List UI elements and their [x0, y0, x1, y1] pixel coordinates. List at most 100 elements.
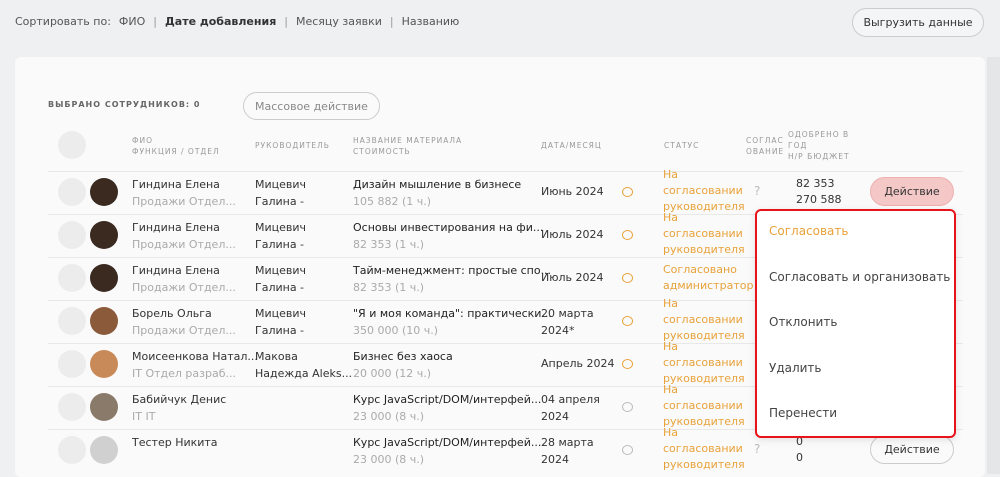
date-line1: 28 марта [541, 436, 594, 449]
sort-by-month[interactable]: Месяцу заявки [296, 15, 382, 28]
date-line1: 04 апреля [541, 393, 600, 406]
status-text: На согласовании руководителя [663, 340, 745, 385]
comment-icon[interactable] [622, 445, 633, 455]
status-text: Согласовано администратор [663, 263, 754, 292]
comment-icon[interactable] [622, 187, 633, 197]
export-button[interactable]: Выгрузить данные [852, 8, 984, 37]
employee-name[interactable]: Моисеенкова Натал... [132, 348, 258, 365]
sort-by-name[interactable]: ФИО [119, 15, 145, 28]
material-title[interactable]: Курс JavaScript/DOM/интерфей... [353, 434, 541, 451]
comment-icon[interactable] [622, 273, 633, 283]
approval-unknown-icon: ? [754, 184, 761, 198]
header-date: ДАТА/МЕСЯЦ [541, 141, 602, 150]
comment-icon[interactable] [622, 402, 633, 412]
employee-dept: IT Отдел разраб... [132, 367, 236, 380]
status-text: На согласовании руководителя [663, 297, 745, 342]
row-checkbox[interactable] [58, 393, 86, 421]
row-checkbox[interactable] [58, 350, 86, 378]
budget: 0 [796, 451, 803, 464]
status-text: На согласовании руководителя [663, 211, 745, 256]
material-title[interactable]: Бизнес без хаоса [353, 348, 453, 365]
scrollbar[interactable] [987, 57, 1000, 474]
sort-label: Сортировать по: [15, 15, 111, 28]
manager-name: Мицевич [255, 307, 307, 320]
material-cost: 350 000 (10 ч.) [353, 324, 439, 337]
date-line2: 2024 [541, 410, 569, 423]
material-cost: 23 000 (8 ч.) [353, 410, 425, 423]
employee-name[interactable]: Борель Ольга [132, 305, 212, 322]
row-action-button[interactable]: Действие [870, 435, 954, 464]
date-line1: Апрель 2024 [541, 357, 615, 370]
employee-name[interactable]: Гиндина Елена [132, 176, 220, 193]
sort-by-date-added[interactable]: Дате добавления [165, 15, 276, 28]
employee-name[interactable]: Гиндина Елена [132, 262, 220, 279]
material-title[interactable]: Дизайн мышление в бизнесе [353, 176, 521, 193]
date-line1: Июль 2024 [541, 228, 604, 241]
avatar [90, 264, 118, 292]
comment-icon[interactable] [622, 316, 633, 326]
comment-icon[interactable] [622, 359, 633, 369]
manager-surname: Галина - [255, 238, 305, 251]
mass-action-button[interactable]: Массовое действие [243, 92, 380, 120]
menu-item-reject[interactable]: Отклонить [769, 315, 837, 329]
manager-name: Макова [255, 350, 298, 363]
material-cost: 82 353 (1 ч.) [353, 238, 425, 251]
row-checkbox[interactable] [58, 264, 86, 292]
manager-surname: Галина - [255, 281, 305, 294]
select-all-checkbox[interactable] [58, 131, 86, 159]
row-checkbox[interactable] [58, 307, 86, 335]
status-text: На согласовании руководителя [663, 426, 745, 471]
material-cost: 20 000 (12 ч.) [353, 367, 432, 380]
row-action-button[interactable]: Действие [870, 177, 954, 206]
avatar [90, 350, 118, 378]
status-text: На согласовании руководителя [663, 383, 745, 428]
header-material: НАЗВАНИЕ МАТЕРИАЛА СТОИМОСТЬ [353, 136, 463, 156]
material-cost: 105 882 (1 ч.) [353, 195, 432, 208]
selected-count: ВЫБРАНО СОТРУДНИКОВ: 0 [48, 100, 201, 109]
manager-surname: Надежда Aleks... [255, 367, 353, 380]
menu-item-delete[interactable]: Удалить [769, 361, 822, 375]
date-line2: 2024 [541, 453, 569, 466]
date-line2: 2024* [541, 324, 575, 337]
employee-name[interactable]: Бабийчук Денис [132, 391, 226, 408]
manager-name: Мицевич [255, 178, 307, 191]
header-manager: РУКОВОДИТЕЛЬ [255, 141, 330, 150]
employee-dept: IT IT [132, 410, 156, 423]
material-title[interactable]: Тайм-менеджмент: простые спо... [353, 262, 551, 279]
row-checkbox[interactable] [58, 221, 86, 249]
header-approved: ОДОБРЕНО В ГОД Н/Р БЮДЖЕТ [788, 130, 850, 161]
date-line1: Июль 2024 [541, 271, 604, 284]
manager-name: Мицевич [255, 221, 307, 234]
header-approval: СОГЛАС ОВАНИЕ [746, 136, 785, 156]
material-cost: 82 353 (1 ч.) [353, 281, 425, 294]
row-checkbox[interactable] [58, 178, 86, 206]
employee-name[interactable]: Гиндина Елена [132, 219, 220, 236]
material-cost: 23 000 (8 ч.) [353, 453, 425, 466]
avatar [90, 307, 118, 335]
menu-item-move[interactable]: Перенести [769, 406, 837, 420]
material-title[interactable]: Основы инвестирования на фи... [353, 219, 543, 236]
employee-name[interactable]: Тестер Никита [132, 434, 218, 451]
sort-by-title[interactable]: Названию [402, 15, 460, 28]
material-title[interactable]: "Я и моя команда": практически... [353, 305, 552, 322]
approval-unknown-icon: ? [754, 442, 761, 456]
avatar [90, 393, 118, 421]
date-line1: 20 марта [541, 307, 594, 320]
menu-item-approve[interactable]: Согласовать [769, 224, 848, 238]
menu-item-approve-organize[interactable]: Согласовать и организовать [769, 270, 950, 284]
avatar [90, 178, 118, 206]
budget: 270 588 [796, 193, 842, 206]
date-line1: Июнь 2024 [541, 185, 604, 198]
approved-year: 82 353 [796, 177, 835, 190]
manager-surname: Галина - [255, 195, 305, 208]
employee-dept: Продажи Отдел... [132, 281, 236, 294]
employee-dept: Продажи Отдел... [132, 324, 236, 337]
comment-icon[interactable] [622, 230, 633, 240]
manager-surname: Галина - [255, 324, 305, 337]
avatar [90, 221, 118, 249]
sort-bar: Сортировать по: ФИО | Дате добавления | Ме… [15, 15, 460, 28]
employee-dept: Продажи Отдел... [132, 238, 236, 251]
material-title[interactable]: Курс JavaScript/DOM/интерфей... [353, 391, 541, 408]
row-checkbox[interactable] [58, 436, 86, 464]
header-name: ФИО ФУНКЦИЯ / ОТДЕЛ [132, 136, 220, 156]
